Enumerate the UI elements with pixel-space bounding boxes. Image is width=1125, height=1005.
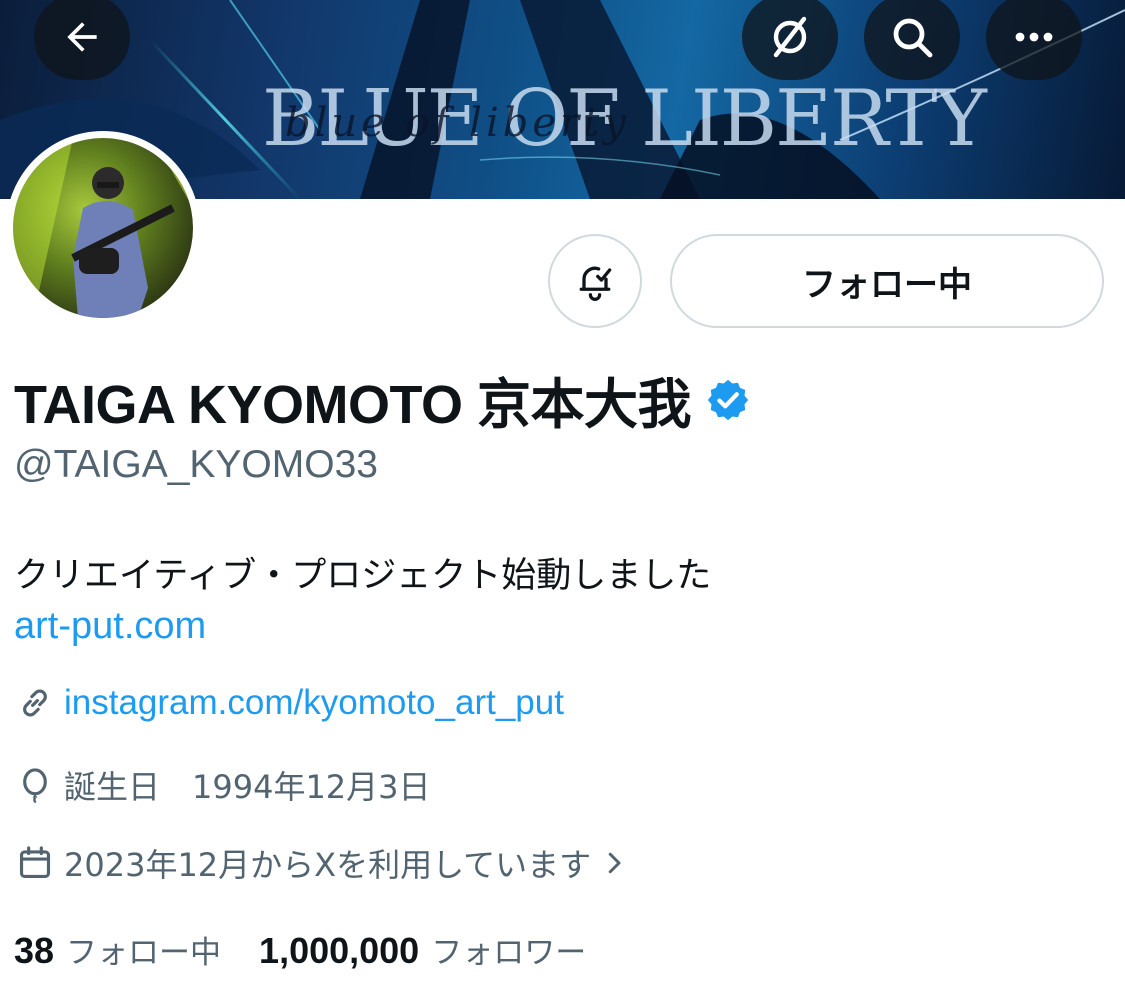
followers-count: 1,000,000: [259, 930, 420, 971]
followers-label: フォロワー: [431, 935, 587, 971]
avatar-photo: [13, 138, 193, 318]
following-button[interactable]: フォロー中: [670, 234, 1104, 328]
profile-birthday-row: 誕生日 1994年12月3日: [16, 762, 431, 808]
grok-icon: [773, 16, 807, 58]
profile-stats: 38 フォロー中 1,000,000 フォロワー: [14, 927, 586, 972]
followers-stat[interactable]: 1,000,000 フォロワー: [259, 927, 586, 972]
bell-check-icon: [579, 266, 612, 301]
website-link[interactable]: instagram.com/kyomoto_art_put: [64, 683, 564, 723]
following-stat[interactable]: 38 フォロー中: [14, 927, 221, 972]
banner-script-text: blue of liberty: [285, 100, 630, 146]
profile-bio: クリエイティブ・プロジェクト始動しました: [14, 556, 712, 596]
birthday-text: 誕生日 1994年12月3日: [64, 768, 431, 806]
link-icon: [23, 689, 47, 717]
verified-badge-icon[interactable]: [705, 377, 751, 423]
profile-handle: @TAIGA_KYOMO33: [14, 443, 378, 486]
chevron-right-icon: [608, 852, 621, 874]
profile-joined-row[interactable]: 2023年12月からXを利用しています: [16, 840, 639, 886]
more-button[interactable]: [986, 0, 1082, 80]
balloon-icon: [23, 768, 47, 804]
bio-link[interactable]: art-put.com: [14, 605, 206, 648]
calendar-icon: [19, 846, 51, 879]
following-label: フォロー中: [66, 935, 222, 971]
search-icon: [893, 18, 933, 58]
grok-button[interactable]: [742, 0, 838, 80]
following-count: 38: [14, 930, 55, 971]
more-horizontal-icon: [1015, 32, 1053, 42]
profile-avatar[interactable]: [6, 131, 200, 325]
display-name: TAIGA KYOMOTO 京本大我: [14, 375, 692, 435]
arrow-left-icon: [67, 22, 97, 52]
notification-button[interactable]: [548, 234, 642, 328]
search-button[interactable]: [864, 0, 960, 80]
profile-website-row[interactable]: instagram.com/kyomoto_art_put: [16, 683, 564, 723]
profile-name-row: TAIGA KYOMOTO 京本大我: [14, 360, 751, 439]
back-button[interactable]: [34, 0, 130, 80]
joined-text: 2023年12月からXを利用しています: [64, 846, 592, 884]
